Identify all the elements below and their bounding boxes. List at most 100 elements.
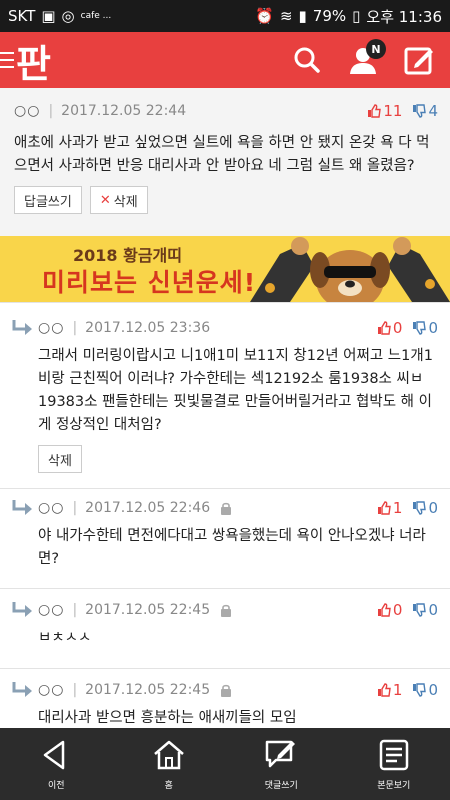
reply-button[interactable]: 답글쓰기 <box>14 186 82 214</box>
reply-item: ○○ | 2017.12.05 22:46 1 0 야 내가수한테 면전에다대고… <box>0 488 450 588</box>
reply-arrow-icon <box>12 320 32 335</box>
back-arrow-icon <box>44 740 65 769</box>
home-icon <box>153 740 184 769</box>
meta-divider: | <box>72 602 78 618</box>
thumb-up-icon <box>377 321 391 335</box>
nav-prev[interactable]: 이전 <box>1 738 111 791</box>
delete-label: 삭제 <box>113 194 138 210</box>
lock-icon <box>221 604 232 617</box>
thumb-down-icon <box>413 683 427 697</box>
thumb-down-icon <box>413 104 427 118</box>
thumb-down-icon <box>413 603 427 617</box>
delete-button[interactable]: 삭제 <box>38 445 82 473</box>
meta-divider: | <box>72 500 78 516</box>
reply-date: 2017.12.05 22:46 <box>85 500 211 516</box>
profile-icon[interactable]: N <box>346 39 386 77</box>
clock-label: 오후 11:36 <box>366 7 442 26</box>
dislike-count: 4 <box>428 102 438 120</box>
dislike-button[interactable]: 0 <box>412 319 438 337</box>
reply-item: ○○ | 2017.12.05 23:36 0 0 그래서 미러링이랍시고 니1… <box>0 302 450 488</box>
menu-icon[interactable] <box>0 52 14 68</box>
cafe-label: cafe ... <box>80 11 112 21</box>
banner-subtitle: 미리보는 신년운세! <box>42 268 257 297</box>
battery-label: 79% <box>312 7 347 25</box>
close-icon: ✕ <box>99 192 111 208</box>
document-icon <box>379 739 408 770</box>
comment-author: ○○ <box>14 103 41 119</box>
app-header: 판 N <box>0 32 450 88</box>
nav-home[interactable]: 홈 <box>114 738 224 791</box>
thumb-up-icon <box>377 603 391 617</box>
cafe-notification-icon: ◎ <box>61 7 75 25</box>
reply-author: ○○ <box>38 320 65 336</box>
original-comment: ○○ | 2017.12.05 22:44 11 4 애초에 사과가 받고 싶었… <box>0 88 450 236</box>
comment-write-icon <box>266 740 296 767</box>
reply-date: 2017.12.05 22:45 <box>85 682 211 698</box>
reply-text: 대리사과 받으면 흥분하는 애새끼들의 모임 <box>38 710 297 726</box>
search-icon[interactable] <box>290 43 324 77</box>
thumb-down-icon <box>413 321 427 335</box>
dog-illustration <box>250 237 450 302</box>
like-count: 0 <box>392 601 403 619</box>
write-icon[interactable] <box>402 43 436 77</box>
thumb-up-icon <box>377 683 391 697</box>
dislike-button[interactable]: 0 <box>412 681 438 699</box>
lock-icon <box>221 502 232 515</box>
thumb-up-icon <box>368 104 382 118</box>
bottom-nav: 이전 홈 댓글쓰기 본문보기 <box>0 728 450 800</box>
dislike-count: 0 <box>428 681 438 699</box>
app-notification-icon: ▣ <box>41 7 56 25</box>
reply-date: 2017.12.05 23:36 <box>85 320 211 336</box>
nav-home-label: 홈 <box>164 780 173 791</box>
dislike-button[interactable]: 4 <box>412 102 438 120</box>
reply-arrow-icon <box>12 682 32 697</box>
like-button[interactable]: 1 <box>377 681 403 699</box>
notification-badge: N <box>366 39 386 59</box>
battery-icon: ▯ <box>352 7 361 25</box>
wifi-icon: ≋ <box>279 7 293 25</box>
reply-date: 2017.12.05 22:45 <box>85 602 211 618</box>
like-button[interactable]: 0 <box>377 319 403 337</box>
nav-view-post-label: 본문보기 <box>377 780 411 791</box>
carrier-label: SKT <box>8 7 36 25</box>
reply-text: 그래서 미러링이랍시고 니1애1미 보11지 창12년 어쩌고 느1개1비랑 근… <box>38 348 433 433</box>
meta-divider: | <box>48 103 54 119</box>
like-count: 1 <box>392 681 403 699</box>
status-bar: SKT ▣ ◎ cafe ... ⏰ ≋ ▮ 79% ▯ 오후 11:36 <box>0 0 450 32</box>
reply-item: ○○ | 2017.12.05 22:45 0 0 ㅂㅊㅅㅅ <box>0 588 450 668</box>
reply-author: ○○ <box>38 500 65 516</box>
dislike-button[interactable]: 0 <box>412 499 438 517</box>
like-button[interactable]: 0 <box>377 601 403 619</box>
dislike-button[interactable]: 0 <box>412 601 438 619</box>
thumb-up-icon <box>377 501 391 515</box>
fortune-banner[interactable]: 2018 황금개띠 미리보는 신년운세! <box>0 236 450 302</box>
reply-text: ㅂㅊㅅㅅ <box>38 630 92 646</box>
meta-divider: | <box>72 682 78 698</box>
alarm-icon: ⏰ <box>255 7 274 25</box>
signal-icon: ▮ <box>298 7 307 25</box>
nav-write-reply-label: 댓글쓰기 <box>264 780 298 791</box>
nav-prev-label: 이전 <box>47 780 65 791</box>
nav-view-post[interactable]: 본문보기 <box>339 738 449 791</box>
reply-text: 야 내가수한테 면전에다대고 쌍욕을했는데 욕이 안나오겠냐 너라면? <box>38 528 426 567</box>
logo-menu[interactable]: 판 <box>0 32 51 88</box>
dislike-count: 0 <box>428 601 438 619</box>
like-button[interactable]: 11 <box>367 102 402 120</box>
nav-write-reply[interactable]: 댓글쓰기 <box>226 738 336 791</box>
thumb-down-icon <box>413 501 427 515</box>
like-count: 0 <box>392 319 403 337</box>
lock-icon <box>221 684 232 697</box>
meta-divider: | <box>72 320 78 336</box>
reply-arrow-icon <box>12 602 32 617</box>
reply-author: ○○ <box>38 602 65 618</box>
reply-item: ○○ | 2017.12.05 22:45 1 0 대리사과 받으면 흥분하는 … <box>0 668 450 728</box>
dislike-count: 0 <box>428 499 438 517</box>
reply-arrow-icon <box>12 500 32 515</box>
comment-text: 애초에 사과가 받고 싶었으면 실트에 욕을 하면 안 됐지 온갖 욕 다 먹으… <box>14 135 430 174</box>
comment-date: 2017.12.05 22:44 <box>61 103 187 119</box>
delete-button[interactable]: ✕ 삭제 <box>89 186 148 214</box>
app-logo[interactable]: 판 <box>16 33 51 88</box>
like-button[interactable]: 1 <box>377 499 403 517</box>
like-count: 1 <box>392 499 403 517</box>
like-count: 11 <box>383 102 403 120</box>
